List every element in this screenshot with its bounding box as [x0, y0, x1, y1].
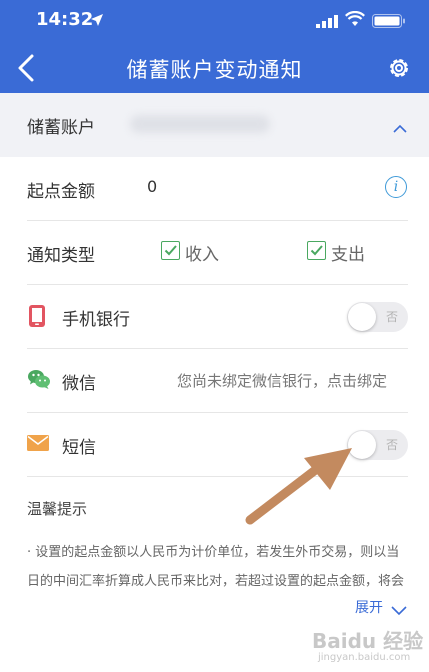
- chevron-down-icon[interactable]: [391, 601, 407, 620]
- sms-label: 短信: [62, 438, 96, 458]
- pointer-arrow-icon: [245, 448, 352, 525]
- notify-type-label: 通知类型: [27, 246, 95, 266]
- status-bar: 14:32: [0, 8, 429, 32]
- battery-icon: [372, 13, 406, 32]
- status-time: 14:32: [36, 9, 94, 30]
- account-number-redacted: [130, 115, 270, 133]
- mobile-bank-toggle[interactable]: 否: [347, 302, 408, 332]
- wechat-bind-hint[interactable]: 您尚未绑定微信银行，点击绑定: [177, 370, 387, 391]
- expand-link[interactable]: 展开: [355, 597, 383, 617]
- toggle-off-text: 否: [385, 438, 398, 452]
- page-title: 储蓄账户变动通知: [126, 58, 303, 82]
- baidu-watermark: Baidu 经验: [312, 629, 424, 653]
- start-amount-value[interactable]: 0: [147, 177, 157, 196]
- envelope-icon: [27, 435, 49, 455]
- app-header: 14:32 储蓄账户变动通知: [0, 0, 429, 93]
- checkbox-checked-icon: [307, 241, 326, 260]
- income-label: 收入: [185, 245, 219, 265]
- baidu-watermark-url: jingyan.baidu.com: [318, 652, 411, 663]
- wechat-icon: [27, 368, 51, 394]
- signal-icon: [316, 13, 338, 32]
- wechat-label: 微信: [62, 374, 96, 394]
- mobile-bank-label: 手机银行: [62, 310, 130, 330]
- toggle-knob: [348, 303, 376, 331]
- chevron-up-icon[interactable]: [392, 119, 408, 138]
- wifi-icon: [345, 10, 365, 31]
- tips-title: 温馨提示: [27, 500, 88, 518]
- checkbox-checked-icon: [161, 241, 180, 260]
- toggle-off-text: 否: [385, 310, 398, 324]
- account-label: 储蓄账户: [27, 118, 95, 138]
- account-selector[interactable]: 储蓄账户: [0, 93, 429, 157]
- nav-bar: 储蓄账户变动通知: [0, 44, 429, 90]
- mobile-bank-row: 手机银行 否: [27, 285, 408, 349]
- expense-label: 支出: [331, 245, 365, 265]
- settings-gear-icon[interactable]: [386, 55, 412, 85]
- location-icon: [90, 12, 104, 31]
- notify-type-row: 通知类型 收入 支出: [27, 221, 408, 285]
- start-amount-label: 起点金额: [27, 182, 95, 202]
- start-amount-row: 起点金额 0 i: [27, 157, 408, 221]
- mobile-phone-icon: [27, 304, 47, 332]
- tips-text: · 设置的起点金额以人民币为计价单位，若发生外币交易，则以当日的中间汇率折算成人…: [27, 545, 405, 589]
- info-icon[interactable]: i: [385, 176, 407, 198]
- wechat-row[interactable]: 微信 您尚未绑定微信银行，点击绑定: [27, 349, 408, 413]
